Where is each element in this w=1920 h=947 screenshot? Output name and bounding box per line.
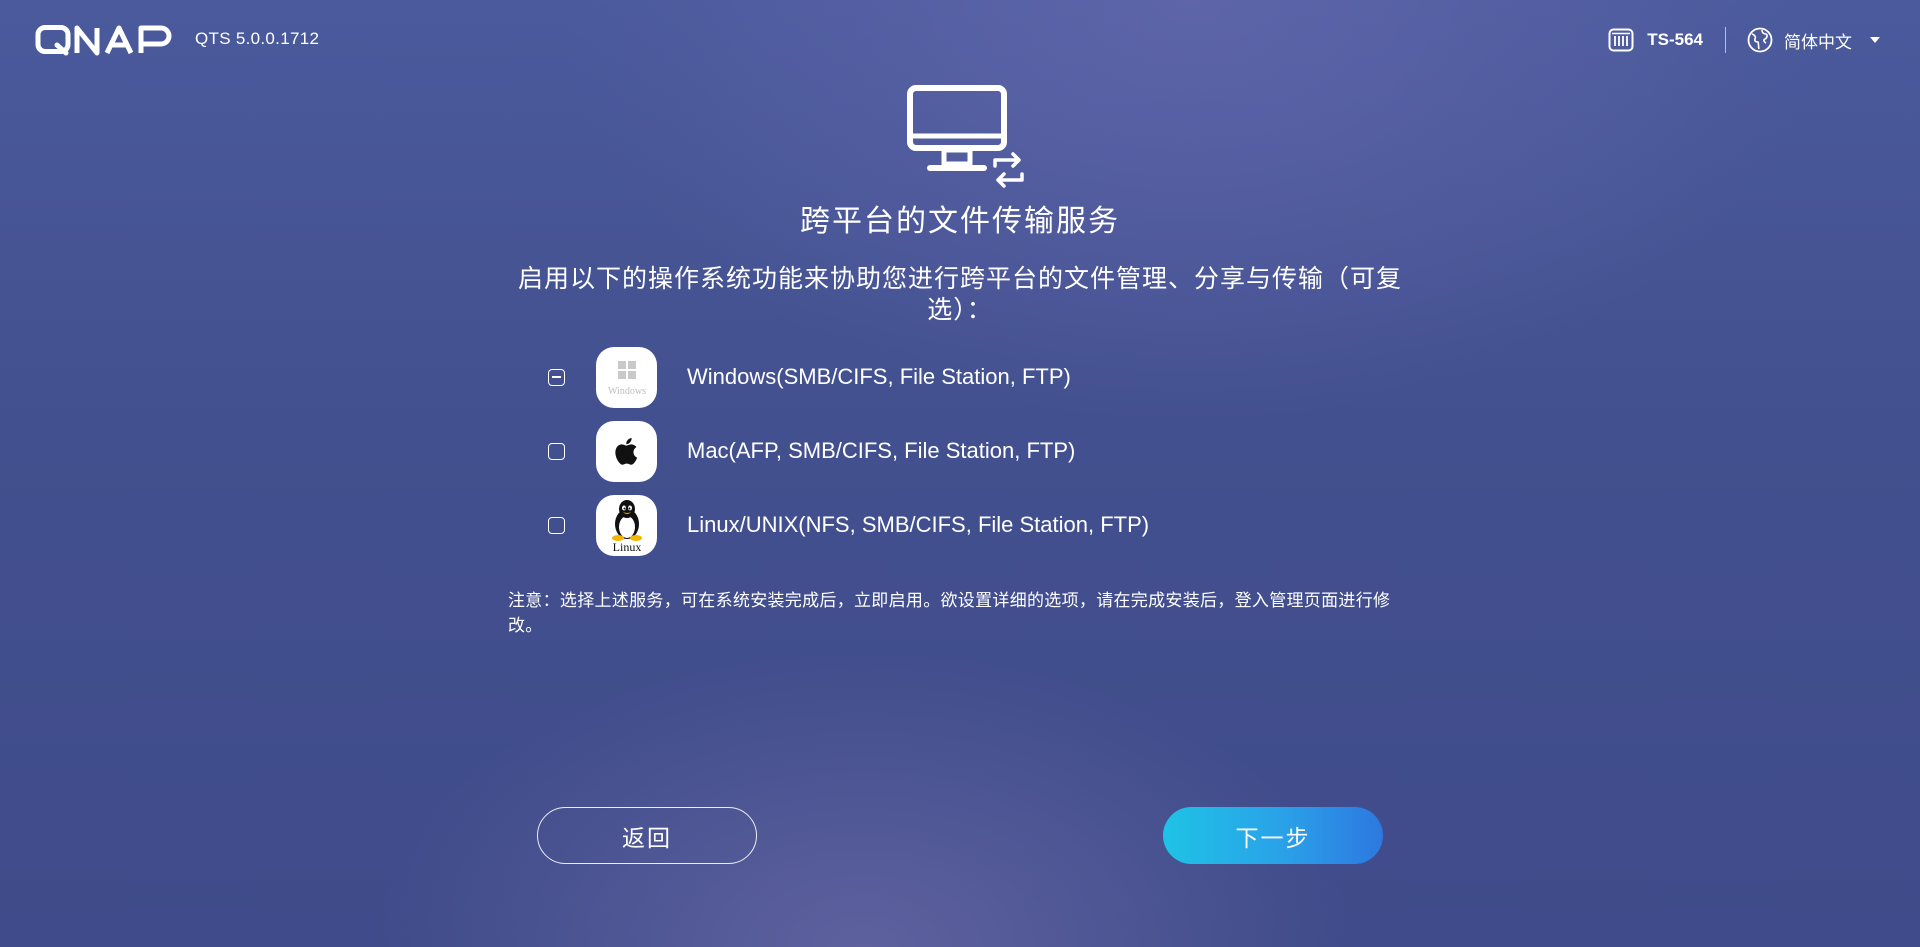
globe-icon[interactable] — [1746, 26, 1774, 54]
windows-icon-text: Windows — [608, 386, 646, 397]
os-options-list: Windows Windows(SMB/CIFS, File Station, … — [546, 346, 1446, 568]
option-mac[interactable]: Mac(AFP, SMB/CIFS, File Station, FTP) — [546, 420, 1446, 482]
nas-device-icon — [1607, 26, 1635, 54]
windows-icon: Windows — [596, 346, 657, 408]
linux-icon-text: Linux — [612, 540, 641, 554]
option-windows-label: Windows(SMB/CIFS, File Station, FTP) — [687, 364, 1071, 389]
windows-checkbox[interactable] — [548, 368, 565, 386]
mac-checkbox[interactable] — [548, 442, 565, 460]
qnap-logo-icon — [35, 25, 172, 56]
option-windows[interactable]: Windows Windows(SMB/CIFS, File Station, … — [546, 346, 1446, 408]
option-linux-label: Linux/UNIX(NFS, SMB/CIFS, File Station, … — [687, 512, 1150, 537]
firmware-version: QTS 5.0.0.1712 — [195, 29, 320, 48]
option-linux[interactable]: Linux Linux/UNIX(NFS, SMB/CIFS, File Sta… — [546, 494, 1446, 556]
page-description: 启用以下的操作系统功能来协助您进行跨平台的文件管理、分享与传输（可复选）： — [517, 265, 1402, 324]
linux-checkbox[interactable] — [548, 516, 565, 534]
caret-down-icon[interactable] — [1870, 37, 1880, 43]
qnap-logo — [35, 24, 181, 56]
page-title: 跨平台的文件传输服务 — [800, 205, 1120, 238]
linux-tux-icon: Linux — [596, 494, 657, 556]
language-selector-label[interactable]: 简体中文 — [1784, 28, 1852, 53]
device-model-name: TS-564 — [1647, 30, 1703, 49]
header-right: TS-564 简体中文 — [1607, 22, 1880, 58]
back-button[interactable]: 返回 — [537, 807, 757, 864]
header-divider — [1725, 27, 1726, 53]
top-header: QTS 5.0.0.1712 TS-564 简体中文 — [0, 0, 1920, 80]
monitor-sync-icon — [906, 84, 1032, 190]
option-mac-label: Mac(AFP, SMB/CIFS, File Station, FTP) — [687, 438, 1076, 463]
notice-text: 注意：选择上述服务，可在系统安装完成后，立即启用。欲设置详细的选项，请在完成安装… — [508, 591, 1391, 635]
next-button[interactable]: 下一步 — [1163, 807, 1383, 864]
apple-icon — [596, 420, 657, 482]
